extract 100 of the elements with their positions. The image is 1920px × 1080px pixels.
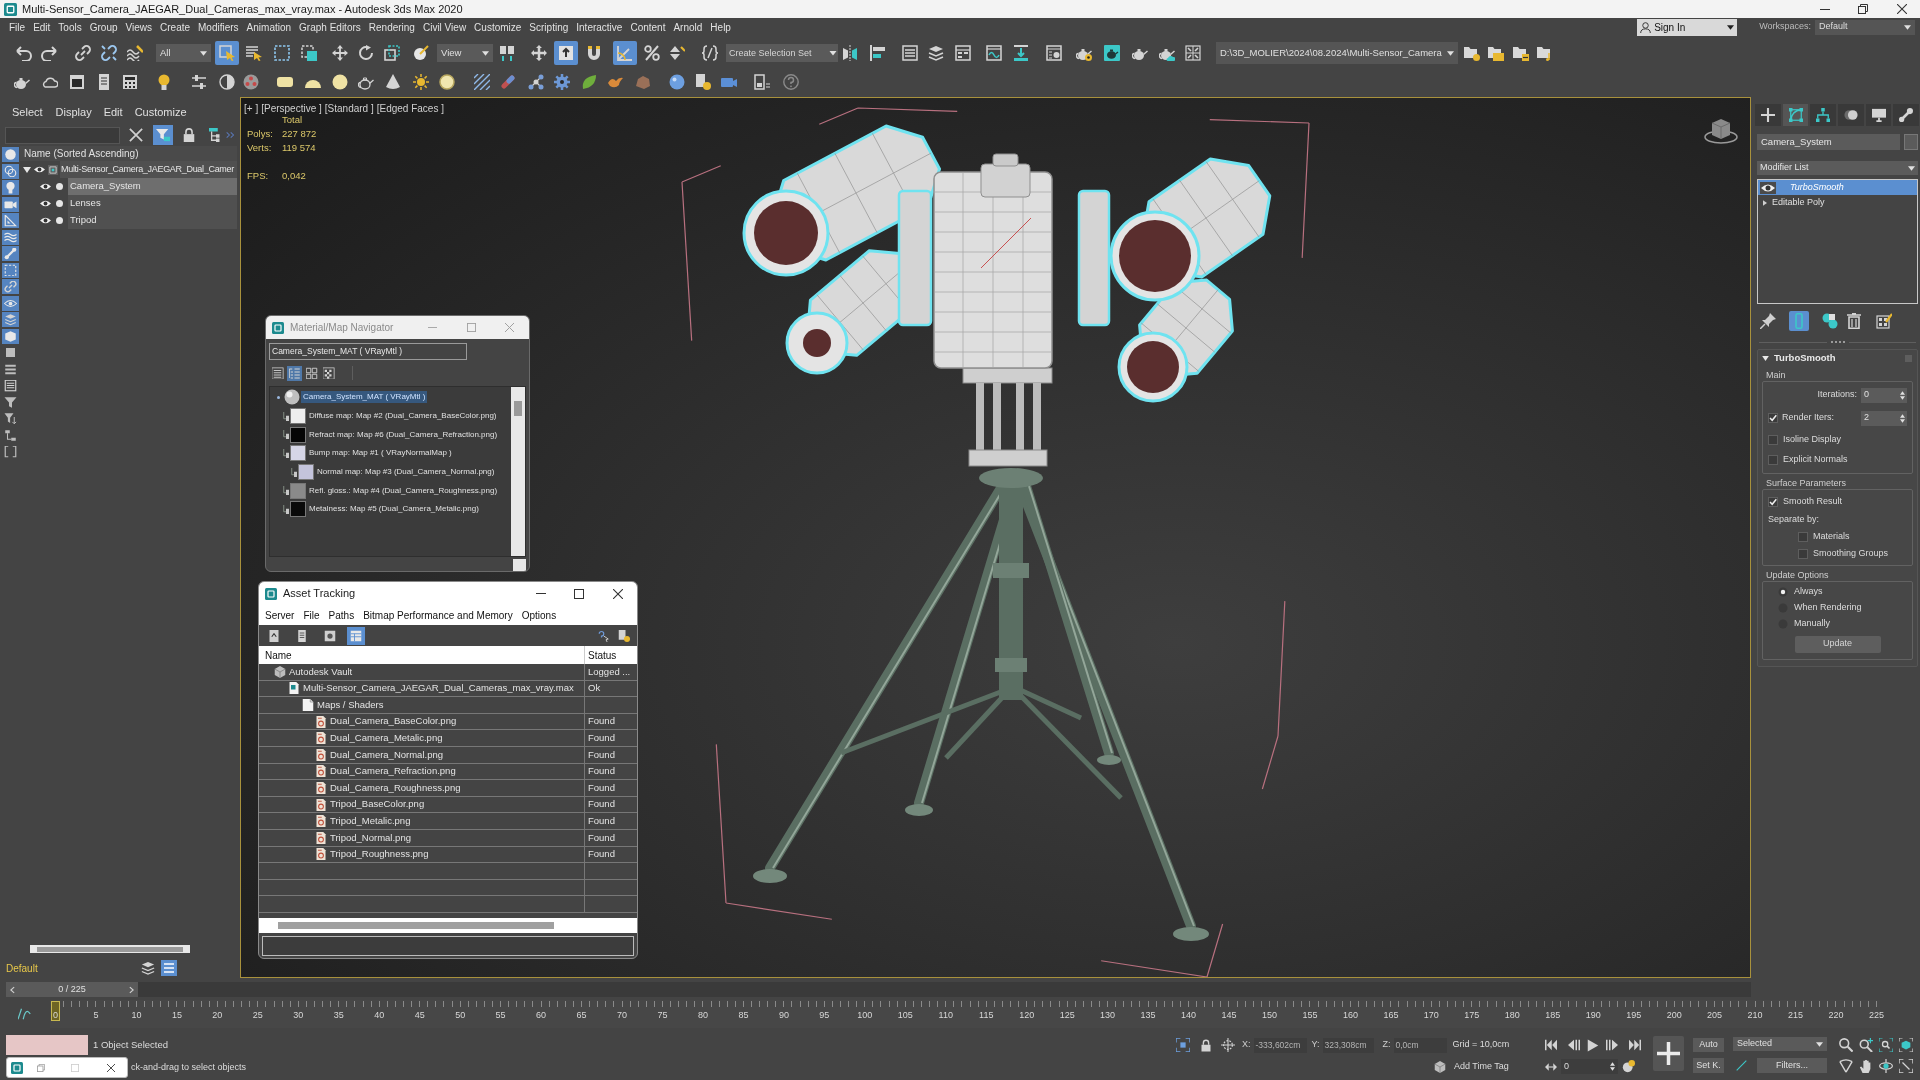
menu-item[interactable]: Rendering — [364, 19, 419, 35]
modifier-list-dropdown[interactable]: Modifier List — [1757, 161, 1918, 175]
link-icon[interactable] — [1, 279, 19, 294]
molecule-icon[interactable] — [528, 74, 544, 90]
checkbox[interactable] — [1798, 548, 1808, 559]
stack-item[interactable]: Editable Poly — [1758, 195, 1917, 210]
menu-item[interactable]: Civil View — [418, 19, 471, 35]
dot-icon[interactable] — [56, 200, 63, 207]
dot-icon[interactable] — [56, 217, 63, 224]
key-filter-dropdown[interactable]: Selected — [1733, 1037, 1827, 1051]
bone-icon[interactable] — [1, 246, 19, 261]
selection-set-field[interactable]: Create Selection Set — [726, 44, 828, 62]
film-reel-icon[interactable] — [243, 74, 259, 90]
checkbox[interactable] — [1768, 455, 1778, 465]
chevron-right-icon[interactable] — [129, 985, 134, 994]
rounded-rect-icon[interactable] — [277, 74, 293, 90]
eye-icon[interactable] — [1760, 181, 1776, 194]
minimize-icon[interactable] — [1820, 8, 1830, 10]
eye-outline-icon[interactable] — [1, 295, 19, 311]
material-tree-item[interactable]: Diffuse map: Map #2 (Dual_Camera_BaseColor.png) — [308, 410, 498, 423]
battery-icon[interactable] — [754, 74, 770, 90]
step-forward-icon[interactable] — [1606, 1039, 1618, 1051]
hexagon-icon[interactable] — [1, 328, 19, 344]
double-arrow-icon[interactable] — [1545, 1060, 1557, 1073]
asset-name[interactable]: Tripod_Normal.png — [330, 830, 411, 845]
material-tree-item[interactable]: Refract map: Map #6 (Dual_Camera_Refraction.png) — [308, 428, 499, 441]
menu-item[interactable]: Customize — [470, 19, 526, 35]
triangle-right-icon[interactable] — [1763, 199, 1767, 206]
circle-icon[interactable] — [439, 74, 455, 90]
material-tree-item[interactable]: Camera_System_MAT ( VRayMtl ) — [301, 391, 428, 404]
menu-item[interactable]: Select — [12, 103, 43, 121]
lock-icon[interactable] — [1200, 1038, 1212, 1052]
small-grid-icon[interactable] — [304, 365, 319, 381]
column-header[interactable]: Status — [585, 646, 637, 664]
document-icon[interactable] — [96, 74, 112, 90]
viewport-label[interactable]: [+ ] — [244, 101, 259, 116]
menu-item[interactable]: Help — [706, 19, 735, 35]
menu-item[interactable]: Arnold — [669, 19, 707, 35]
asset-name[interactable]: Dual_Camera_Metalic.png — [330, 731, 443, 746]
menu-item[interactable]: Display — [55, 103, 92, 121]
rollout-title[interactable]: TurboSmooth — [1774, 350, 1836, 366]
menu-item[interactable]: Bitmap Performance and Memory — [363, 607, 513, 623]
help-cursor-icon[interactable] — [597, 629, 609, 642]
close-icon[interactable] — [613, 588, 623, 599]
menu-item[interactable]: Paths — [328, 607, 355, 623]
corner-frame-icon[interactable] — [1176, 1038, 1190, 1052]
lightbulb-icon[interactable] — [156, 74, 172, 90]
curve-icon[interactable] — [18, 1007, 32, 1021]
taskbar-preview[interactable] — [6, 1057, 128, 1078]
table-icon[interactable] — [347, 626, 365, 645]
caret-icon[interactable] — [828, 44, 838, 62]
cube-icon[interactable] — [1434, 1061, 1446, 1073]
time-slider-thumb[interactable]: 0 / 225 — [6, 982, 138, 997]
asset-name[interactable]: Dual_Camera_Normal.png — [330, 747, 443, 762]
shapes-icon[interactable] — [1, 163, 19, 179]
frame-cube-icon[interactable] — [1899, 1038, 1913, 1052]
material-tree-item[interactable]: Normal map: Map #3 (Dual_Camera_Normal.png) — [316, 466, 496, 479]
magnifier-plus-icon[interactable] — [1859, 1038, 1873, 1052]
skip-forward-icon[interactable] — [1629, 1039, 1641, 1051]
script-listener-field[interactable] — [6, 1035, 88, 1055]
coordinate-field[interactable]: 323,308cm — [1322, 1037, 1374, 1053]
plus-icon[interactable] — [1653, 1036, 1684, 1071]
eye-icon[interactable] — [40, 200, 51, 207]
corner-frame-arrow-icon[interactable] — [1899, 1059, 1913, 1073]
frame-magnifier-icon[interactable] — [1879, 1038, 1893, 1052]
grid-pencil-icon[interactable] — [1874, 311, 1894, 331]
dot-icon[interactable] — [56, 183, 63, 190]
asset-name[interactable]: Multi-Sensor_Camera_JAEGAR_Dual_Cameras_max_vray.max — [303, 681, 574, 696]
column-header[interactable]: Name (Sorted Ascending) — [20, 146, 237, 161]
menu-item[interactable]: Animation — [242, 19, 296, 35]
document-dot-icon[interactable] — [695, 74, 711, 90]
checkbox[interactable] — [1768, 413, 1778, 423]
sun-icon[interactable] — [413, 74, 429, 90]
menu-item[interactable]: Edit — [103, 103, 123, 121]
expand-dot-icon[interactable] — [277, 395, 280, 399]
video-camera-icon[interactable] — [1, 196, 19, 212]
material-tree-item[interactable]: Metalness: Map #5 (Dual_Camera_Metalic.png) — [308, 503, 480, 516]
lines-tile-icon[interactable] — [161, 960, 177, 976]
material-name-field[interactable]: Camera_System_MAT ( VRayMtl ) — [269, 343, 467, 360]
object-name-field[interactable]: Camera_System — [1757, 134, 1900, 150]
menu-item[interactable]: Edit — [29, 19, 55, 35]
menu-item[interactable]: Scripting — [525, 19, 573, 35]
close-icon[interactable] — [107, 1063, 115, 1072]
sphere-icon[interactable] — [332, 74, 348, 90]
capsule-icon[interactable] — [500, 74, 516, 90]
search-field[interactable] — [5, 126, 120, 144]
update-button[interactable]: Update — [1794, 635, 1881, 653]
menu-item[interactable]: Server — [265, 607, 295, 623]
column-header[interactable]: Name — [259, 646, 585, 664]
set-square-icon[interactable] — [1, 213, 19, 228]
object-color-swatch[interactable] — [1904, 134, 1918, 150]
set-key-button[interactable]: Set K. — [1693, 1058, 1724, 1073]
menu-item[interactable]: Graph Editors — [295, 19, 365, 35]
command-panel-tab[interactable] — [1810, 104, 1836, 126]
sliders-icon[interactable] — [191, 74, 207, 90]
asset-name[interactable]: Dual_Camera_Roughness.png — [330, 780, 461, 796]
spinner-field[interactable]: 2 — [1861, 410, 1907, 426]
triangle-down-icon[interactable] — [23, 166, 31, 173]
asset-name[interactable]: Tripod_Metalic.png — [330, 814, 411, 829]
path-field[interactable] — [262, 936, 634, 956]
